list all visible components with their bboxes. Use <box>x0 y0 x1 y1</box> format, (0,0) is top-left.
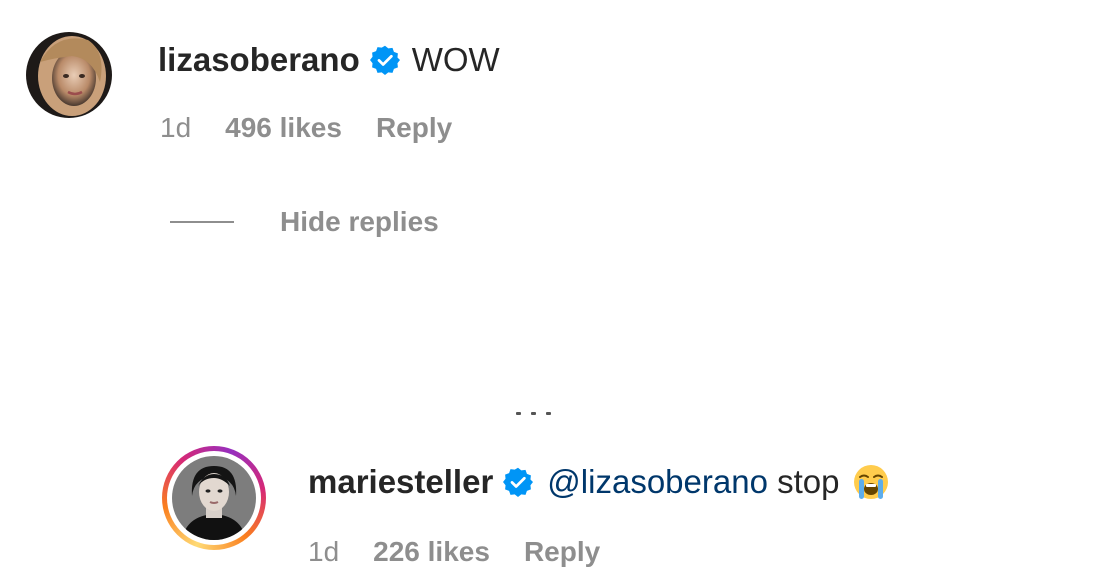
reply-button[interactable]: Reply <box>376 112 452 144</box>
comment-text: WOW <box>411 41 500 78</box>
comment-2-header: mariesteller @lizasoberano stop <box>308 460 889 504</box>
avatar-image <box>26 32 112 118</box>
hide-replies-label[interactable]: Hide replies <box>280 206 439 238</box>
username[interactable]: mariesteller <box>308 463 493 501</box>
username[interactable]: lizasoberano <box>158 41 360 79</box>
comment-1-meta: 1d 496 likes Reply <box>160 110 452 146</box>
avatar-mariesteller[interactable] <box>162 446 266 550</box>
mention-link[interactable]: @lizasoberano <box>547 463 768 501</box>
timestamp[interactable]: 1d <box>160 112 191 144</box>
dot <box>516 412 521 415</box>
hide-replies-toggle[interactable]: Hide replies <box>170 202 439 242</box>
loading-dots <box>516 412 551 415</box>
likes-count[interactable]: 226 likes <box>373 536 490 568</box>
verified-badge-icon <box>369 45 400 75</box>
dot <box>546 412 551 415</box>
reply-button[interactable]: Reply <box>524 536 600 568</box>
timestamp[interactable]: 1d <box>308 536 339 568</box>
comment-1-header: lizasoberano WOW <box>158 38 500 82</box>
avatar-lizasoberano[interactable] <box>26 32 112 118</box>
comment-2-meta: 1d 226 likes Reply <box>308 534 600 570</box>
dot <box>531 412 536 415</box>
likes-count[interactable]: 496 likes <box>225 112 342 144</box>
loudly-crying-face-icon <box>853 464 889 500</box>
verified-badge-icon <box>503 467 534 497</box>
thread-divider-line <box>170 221 234 223</box>
comment-text: stop <box>767 463 840 500</box>
avatar-image <box>172 456 256 540</box>
